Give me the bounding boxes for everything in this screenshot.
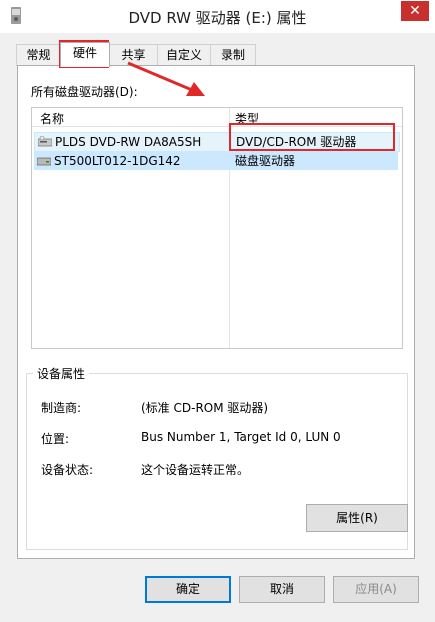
cancel-button[interactable]: 取消 <box>239 576 325 603</box>
column-name[interactable]: 名称 <box>40 110 64 127</box>
tab-recording[interactable]: 录制 <box>210 44 256 66</box>
tab-sharing[interactable]: 共享 <box>109 44 158 66</box>
device-status-value: 这个设备运转正常。 <box>141 463 250 477</box>
window-title: DVD RW 驱动器 (E:) 属性 <box>128 9 307 27</box>
drive-type: 磁盘驱动器 <box>235 154 296 168</box>
location-value: Bus Number 1, Target Id 0, LUN 0 <box>141 430 341 444</box>
manufacturer-value: (标准 CD-ROM 驱动器) <box>141 401 269 415</box>
location-label: 位置: <box>41 432 70 446</box>
tab-general[interactable]: 常规 <box>16 44 61 66</box>
device-properties-group: 设备属性 制造商: (标准 CD-ROM 驱动器) 位置: Bus Number… <box>26 365 408 550</box>
device-properties-title: 设备属性 <box>33 365 90 382</box>
device-status-label: 设备状态: <box>41 463 94 477</box>
drive-name: ST500LT012-1DG142 <box>54 154 181 168</box>
tab-hardware[interactable]: 硬件 <box>60 42 110 67</box>
list-item[interactable]: ST500LT012-1DG142 磁盘驱动器 <box>34 152 398 170</box>
hard-disk-icon <box>37 157 51 166</box>
type-cell-highlight <box>229 123 395 151</box>
dvd-drive-icon <box>38 136 52 147</box>
properties-window: DVD RW 驱动器 (E:) 属性 ✕ 常规 硬件 共享 自定义 录制 所有磁… <box>0 0 435 622</box>
ok-button[interactable]: 确定 <box>145 576 231 603</box>
close-button[interactable]: ✕ <box>401 1 429 21</box>
properties-button[interactable]: 属性(R) <box>306 504 408 532</box>
title-bar: DVD RW 驱动器 (E:) 属性 ✕ <box>0 0 435 33</box>
apply-button[interactable]: 应用(A) <box>333 576 419 603</box>
manufacturer-label: 制造商: <box>41 401 82 415</box>
drive-name: PLDS DVD-RW DA8A5SH <box>55 135 202 149</box>
close-icon: ✕ <box>409 3 421 19</box>
all-drives-label: 所有磁盘驱动器(D): <box>31 85 138 99</box>
tab-customize[interactable]: 自定义 <box>157 44 211 66</box>
